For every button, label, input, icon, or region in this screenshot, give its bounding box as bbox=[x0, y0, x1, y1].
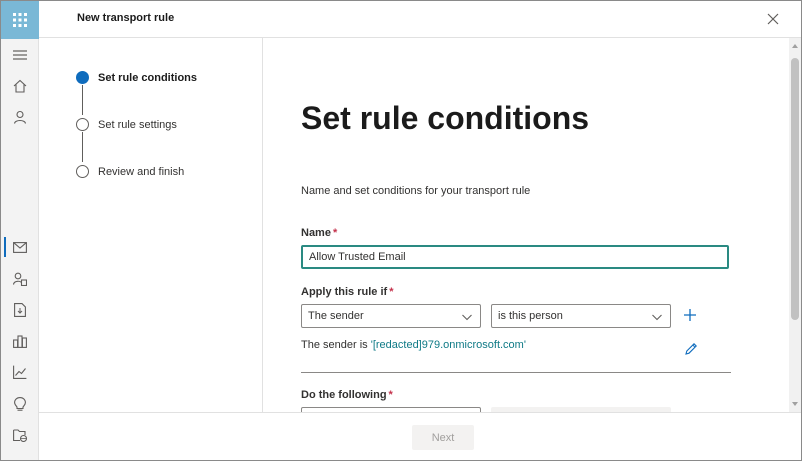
chevron-down-icon bbox=[652, 314, 662, 321]
step-pending-indicator bbox=[76, 165, 89, 178]
page-title: Set rule conditions bbox=[301, 100, 590, 136]
required-marker: * bbox=[332, 227, 338, 239]
step-label: Review and finish bbox=[98, 165, 185, 178]
new-transport-rule-window: New transport rule Set rule conditions S… bbox=[0, 0, 802, 461]
left-nav-rail bbox=[1, 1, 39, 460]
main-scrollbar[interactable] bbox=[789, 38, 801, 412]
operator-dropdown[interactable]: is this person bbox=[491, 304, 671, 328]
scroll-down-arrow-icon[interactable] bbox=[791, 400, 799, 408]
edit-condition-button[interactable] bbox=[683, 341, 699, 357]
scroll-thumb[interactable] bbox=[791, 58, 799, 320]
nav-home[interactable] bbox=[10, 76, 30, 96]
section-divider bbox=[301, 372, 731, 373]
step-label: Set rule conditions bbox=[98, 71, 198, 84]
mail-icon bbox=[13, 241, 27, 253]
panel-footer: Next bbox=[39, 412, 801, 460]
add-condition-button[interactable] bbox=[682, 307, 698, 323]
apply-rule-label: Apply this rule if * bbox=[301, 286, 393, 298]
hamburger-menu-icon bbox=[13, 50, 27, 60]
step-current-indicator bbox=[76, 71, 89, 84]
step-review-and-finish[interactable]: Review and finish bbox=[76, 165, 184, 178]
wizard-steps: Set rule conditions Set rule settings Re… bbox=[39, 38, 263, 412]
required-marker: * bbox=[388, 389, 393, 401]
public-folders-icon bbox=[13, 428, 27, 442]
do-following-label: Do the following * bbox=[301, 389, 393, 401]
step-connector bbox=[82, 132, 83, 162]
nav-organization[interactable] bbox=[10, 331, 30, 351]
do-following-label-text: Do the following bbox=[301, 389, 387, 401]
scroll-up-arrow-icon[interactable] bbox=[791, 42, 799, 50]
nav-toggle-button[interactable] bbox=[10, 45, 30, 65]
organization-icon bbox=[13, 335, 27, 348]
nav-reports[interactable] bbox=[10, 362, 30, 382]
nav-recipients[interactable] bbox=[10, 269, 30, 289]
insights-icon bbox=[14, 397, 26, 411]
reports-icon bbox=[13, 365, 27, 379]
active-nav-indicator bbox=[4, 237, 6, 257]
required-marker: * bbox=[389, 286, 394, 298]
close-button[interactable] bbox=[765, 11, 781, 27]
condition-dropdown[interactable]: The sender bbox=[301, 304, 481, 328]
condition-dropdown-value: The sender bbox=[308, 310, 364, 322]
rule-name-input[interactable] bbox=[301, 245, 729, 269]
panel-header: New transport rule bbox=[39, 1, 801, 38]
step-pending-indicator bbox=[76, 118, 89, 131]
person-icon bbox=[13, 110, 27, 124]
nav-public-folders[interactable] bbox=[10, 425, 30, 445]
name-label: Name * bbox=[301, 227, 337, 239]
panel-title: New transport rule bbox=[77, 12, 175, 24]
step-connector bbox=[82, 85, 83, 115]
nav-users[interactable] bbox=[10, 107, 30, 127]
app-launcher-button[interactable] bbox=[1, 1, 39, 39]
step-set-rule-conditions[interactable]: Set rule conditions bbox=[76, 71, 197, 84]
nav-compliance[interactable] bbox=[10, 300, 30, 320]
sender-address-link[interactable]: '[redacted]979.onmicrosoft.com' bbox=[371, 339, 526, 351]
home-icon bbox=[13, 79, 27, 93]
step-label: Set rule settings bbox=[98, 118, 177, 131]
nav-insights[interactable] bbox=[10, 394, 30, 414]
sender-summary: The sender is '[redacted]979.onmicrosoft… bbox=[301, 339, 526, 351]
name-label-text: Name bbox=[301, 227, 331, 239]
nav-mail-flow[interactable] bbox=[10, 237, 30, 257]
document-icon bbox=[14, 303, 26, 317]
operator-dropdown-value: is this person bbox=[498, 310, 563, 322]
apply-rule-label-text: Apply this rule if bbox=[301, 286, 388, 298]
main-content: Set rule conditions Name and set conditi… bbox=[263, 38, 789, 412]
pencil-icon bbox=[685, 343, 697, 355]
recipients-icon bbox=[13, 272, 27, 286]
step-set-rule-settings[interactable]: Set rule settings bbox=[76, 118, 177, 131]
next-button[interactable]: Next bbox=[412, 425, 474, 450]
chevron-down-icon bbox=[462, 314, 472, 321]
page-description: Name and set conditions for your transpo… bbox=[301, 185, 531, 197]
plus-icon bbox=[684, 309, 696, 321]
waffle-icon bbox=[13, 13, 27, 27]
sender-prefix: The sender is bbox=[301, 339, 368, 351]
close-icon bbox=[767, 13, 779, 25]
